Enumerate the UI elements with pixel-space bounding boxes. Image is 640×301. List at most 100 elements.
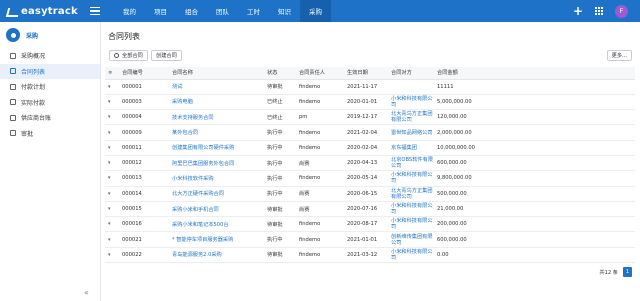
expand-caret-icon[interactable]: ▾ [108,175,111,181]
table-row[interactable]: ▾ 000004 技术支持服务合同 已终止 pm 2019-12-17 北大青鸟方正集团有限… [105,109,635,126]
add-icon[interactable]: + [573,5,583,17]
nav-item-procurement[interactable]: 采购 [300,0,331,22]
table-row[interactable]: ▾ 000013 小米科技软件采购 执行中 findemo 2020-05-14 小米和科技… [105,170,635,187]
table-cell: 2020-01-01 [344,94,388,111]
payment-icon [10,99,16,106]
table-cell[interactable]: 北京OBS软件有限公司 [388,155,434,172]
expand-caret-icon[interactable]: ▾ [108,252,111,258]
table-cell: 执行中 [264,231,296,248]
table-cell: 执行中 [264,140,296,156]
nav-item-portfolio[interactable]: 组合 [176,0,207,22]
expand-caret-icon[interactable]: ▾ [108,206,111,212]
table-cell: 500,000.00 [434,186,635,202]
expand-caret-icon[interactable]: ▾ [108,237,111,243]
table-cell[interactable]: 小米和科技有限公司 [388,94,434,111]
sidebar-item-actual-payment[interactable]: 实际付款 [0,95,100,111]
avatar[interactable]: F [615,4,628,18]
column-header[interactable]: 状态 [264,67,296,80]
table-cell[interactable]: 小米和科技有限公司 [388,170,434,187]
table-cell[interactable]: 采购电脑 [169,94,264,111]
nav-item-mine[interactable]: 我的 [114,0,145,22]
app-logo[interactable]: easytrack [6,5,84,17]
expand-caret-icon[interactable]: ▾ [108,99,111,105]
table-cell: 2021-02-04 [344,124,388,141]
table-row[interactable]: ▾ 000022 青岛能源服务2.0采购 待审批 findemo 2021-03-12 小米… [105,247,635,264]
apps-grid-icon[interactable] [595,7,603,15]
module-header[interactable]: 采购 [0,22,100,48]
table-cell: 执行中 [264,124,296,141]
all-contracts-label: 全部合同 [122,53,143,59]
expand-caret-icon[interactable]: ▾ [108,191,111,197]
column-header[interactable]: 合同编号 [119,67,169,80]
expand-caret-icon[interactable]: ▾ [108,84,111,90]
table-cell[interactable]: 小米科技软件采购 [169,170,264,187]
menu-icon[interactable] [90,7,100,15]
logo-icon [6,5,18,17]
sidebar-item-payment-plan[interactable]: 付款计划 [0,79,100,95]
table-cell: findemo [296,140,344,156]
table-row[interactable]: ▾ 000003 采购电脑 已终止 findemo 2020-01-01 小米和科技有限公司… [105,94,635,111]
table-cell[interactable]: 北大方正硬件采购合同 [169,186,264,202]
table-cell: 待审批 [264,201,296,218]
table-cell[interactable]: 创新维传集团有限公司 [388,231,434,248]
page-button[interactable]: 1 [623,267,632,277]
nav-item-team[interactable]: 团队 [207,0,238,22]
table-row[interactable]: ▾ 000012 阿里巴巴集团服务外包合同 执行中 尚赛 2020-04-13 北京OBS软… [105,155,635,172]
more-button[interactable]: 更多... [606,50,632,61]
table-row[interactable]: ▾ 000001 测试 待审批 findemo 2021-11-17 11111 [105,79,635,95]
expand-caret-icon[interactable]: ▾ [108,145,111,151]
table-cell[interactable]: 小米和科技有限公司 [388,201,434,218]
table-cell: 已终止 [264,94,296,111]
table-row[interactable]: ▾ 000009 某外包合同 执行中 findemo 2021-02-04 雷世知品网络公司… [105,124,635,141]
sidebar-item-contracts[interactable]: 合同列表 [0,63,100,79]
table-cell: 000004 [119,109,169,126]
table-row[interactable]: ▾ 000016 采购小米和笔记本500台 待审批 findemo 2020-08-17 小… [105,216,635,233]
table-cell: 10,000,000.00 [434,140,635,156]
table-cell[interactable]: 北大青鸟方正集团有限公司 [388,186,434,202]
column-header[interactable]: 生效日期 [344,67,388,80]
table-cell[interactable]: 阿里巴巴集团服务外包合同 [169,155,264,172]
table-row[interactable]: ▾ 000015 采购小米和手机合同 待审批 尚赛 2020-07-16 小米和科技有限公司… [105,201,635,218]
collapse-sidebar-icon[interactable]: « [84,288,89,297]
table-cell[interactable]: 北大青鸟方正集团有限公司 [388,109,434,126]
column-header[interactable]: 合同金额 [434,67,635,80]
column-header[interactable]: 合同责任人 [296,67,344,80]
expand-caret-icon[interactable]: ▾ [108,130,111,136]
table-cell[interactable]: 测试 [169,79,264,95]
table-cell[interactable]: 技术支持服务合同 [169,109,264,126]
expand-caret-icon[interactable]: ▾ [108,114,111,120]
expand-caret-icon[interactable]: ▾ [108,160,111,166]
table-row[interactable]: ▾ 000014 北大方正硬件采购合同 执行中 尚赛 2020-06-15 北大青鸟方正集团… [105,186,635,202]
table-cell[interactable]: 京东福集团 [388,140,434,156]
create-contract-button[interactable]: 创建合同 [151,50,182,61]
table-cell[interactable]: 青岛能源服务2.0采购 [169,247,264,264]
nav-item-timesheet[interactable]: 工时 [238,0,269,22]
expand-caret-icon[interactable]: ▾ [108,221,111,227]
column-header[interactable]: 合同名称 [169,67,264,80]
table-cell: 9,800,000.00 [434,170,635,187]
nav-item-projects[interactable]: 项目 [145,0,176,22]
sidebar-item-suppliers[interactable]: 供应商台账 [0,110,100,126]
table-cell[interactable]: 某外包合同 [169,124,264,141]
table-cell[interactable]: 雷世知品网络公司 [388,124,434,141]
table-cell[interactable]: 采购小米和手机合同 [169,201,264,218]
table-cell: 2020-04-13 [344,155,388,172]
sidebar-item-overview[interactable]: 采购概况 [0,48,100,64]
table-cell[interactable]: 采购小米和笔记本500台 [169,216,264,233]
sidebar-item-approval[interactable]: 审批 [0,126,100,142]
table-cell: findemo [296,216,344,233]
all-contracts-button[interactable]: 全部合同 [109,50,148,61]
table-row[interactable]: ▾ 000011 创建集团有限公司硬件采购 执行中 findemo 2020-02-04 京… [105,140,635,156]
table-cell: 000003 [119,94,169,111]
nav-item-knowledge[interactable]: 知识 [269,0,300,22]
sort-column-header[interactable]: ≑ [105,67,119,80]
table-header-row: ≑ 合同编号 合同名称 状态 合同责任人 生效日期 合同对方 合同金额 [105,67,635,80]
table-cell[interactable] [388,79,434,95]
table-cell[interactable]: 创建集团有限公司硬件采购 [169,140,264,156]
table-cell: findemo [296,247,344,264]
column-header[interactable]: 合同对方 [388,67,434,80]
table-cell[interactable]: 小米和科技有限公司 [388,247,434,264]
table-row[interactable]: ▾ 000021 * 智能停车项目服务器采购 执行中 findemo 2021-01-01… [105,231,635,248]
table-cell[interactable]: * 智能停车项目服务器采购 [169,231,264,248]
table-cell[interactable]: 小米和科技有限公司 [388,216,434,233]
